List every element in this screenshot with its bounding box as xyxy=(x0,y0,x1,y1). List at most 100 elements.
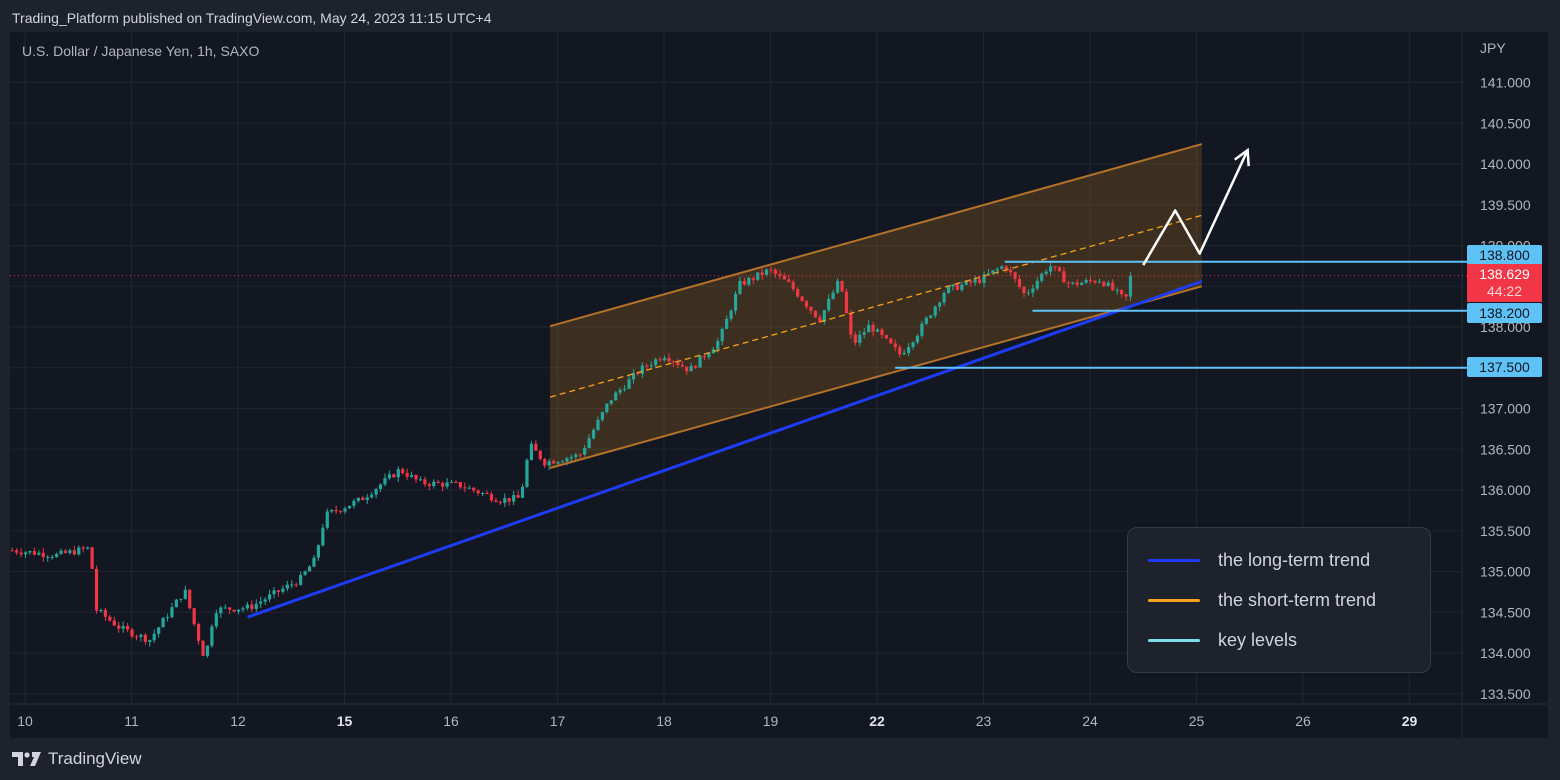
candle xyxy=(210,624,214,648)
candle-body xyxy=(94,568,99,611)
candle-body xyxy=(130,629,134,637)
candle-body xyxy=(241,608,245,610)
candle-body xyxy=(214,613,218,627)
candle-body xyxy=(423,479,427,485)
brand-name: TradingView xyxy=(48,749,142,768)
candle-body xyxy=(1057,267,1062,272)
candle-body xyxy=(902,352,906,355)
candle xyxy=(259,596,263,609)
x-tick-label: 17 xyxy=(550,713,566,729)
y-tick-label: 136.000 xyxy=(1480,482,1531,498)
candle-body xyxy=(1124,294,1128,297)
candle-body xyxy=(1062,271,1066,283)
candle xyxy=(352,498,356,509)
candle-body xyxy=(671,361,676,363)
candle-body xyxy=(59,550,63,554)
candle-body xyxy=(68,550,72,553)
candle-body xyxy=(764,269,769,275)
candle-body xyxy=(387,474,392,479)
candle-body xyxy=(525,459,529,487)
candle xyxy=(46,554,50,562)
candle xyxy=(370,492,374,499)
candle-body xyxy=(54,553,59,557)
candle-body xyxy=(152,633,156,641)
candle-body xyxy=(148,640,152,642)
candle-body xyxy=(565,458,569,462)
candle-body xyxy=(330,510,334,512)
symbol-title: U.S. Dollar / Japanese Yen, 1h, SAXO xyxy=(22,43,260,59)
candle-body xyxy=(1102,281,1106,286)
candle-body xyxy=(37,552,41,555)
candle-body xyxy=(929,315,933,318)
candle xyxy=(41,548,45,562)
candle xyxy=(228,607,232,615)
candle-body xyxy=(378,484,383,489)
candle-body xyxy=(179,598,183,600)
candle-body xyxy=(285,584,289,589)
candle xyxy=(294,582,298,588)
candle-body xyxy=(534,443,538,451)
candle xyxy=(467,485,471,489)
candle-body xyxy=(347,505,352,509)
candle xyxy=(538,450,542,461)
candle-body xyxy=(622,388,627,390)
tradingview-logo[interactable]: TradingView xyxy=(12,749,142,769)
candle-body xyxy=(476,490,480,494)
candle-body xyxy=(693,365,698,368)
candle xyxy=(143,633,147,645)
candle-body xyxy=(698,355,702,368)
candle-body xyxy=(503,498,507,503)
x-tick-label: 29 xyxy=(1402,713,1418,729)
candle-body xyxy=(259,601,263,604)
y-tick-label: 140.000 xyxy=(1480,156,1531,172)
candle-body xyxy=(791,281,795,290)
candle xyxy=(347,505,352,509)
candle xyxy=(494,497,498,503)
candle-body xyxy=(365,497,369,501)
candle-body xyxy=(875,329,880,332)
candle-body xyxy=(449,481,454,483)
candle xyxy=(183,585,187,600)
candle-body xyxy=(414,475,418,480)
candle-body xyxy=(267,594,272,600)
candle-body xyxy=(538,450,542,460)
candle-body xyxy=(245,604,250,609)
candle xyxy=(161,616,165,628)
candle-body xyxy=(738,281,742,294)
candle-body xyxy=(436,481,440,483)
x-tick-label: 12 xyxy=(230,713,246,729)
candle-body xyxy=(480,492,485,494)
candle-body xyxy=(720,328,724,342)
candle-body xyxy=(596,419,600,430)
candle-body xyxy=(307,566,312,572)
y-tick-label: 133.500 xyxy=(1480,686,1531,702)
candle-body xyxy=(973,279,977,283)
candle-body xyxy=(578,454,582,456)
candle xyxy=(170,602,174,619)
candle xyxy=(32,547,37,556)
candle-body xyxy=(662,358,667,361)
candle-body xyxy=(547,461,551,466)
candle-body xyxy=(742,281,747,285)
candle-body xyxy=(600,412,605,420)
candle-body xyxy=(463,487,467,489)
key-level-tag-138200: 138.200 xyxy=(1467,303,1542,323)
candle xyxy=(241,606,245,613)
candle-body xyxy=(729,310,733,319)
candle xyxy=(312,555,316,567)
candle-body xyxy=(716,341,720,350)
candle-body xyxy=(707,353,711,358)
candle xyxy=(10,547,14,552)
candle xyxy=(276,589,281,597)
candle-body xyxy=(960,284,964,290)
candle-body xyxy=(813,310,818,318)
candle xyxy=(125,622,130,633)
candle-body xyxy=(512,495,516,502)
candle-body xyxy=(99,609,103,611)
candle xyxy=(449,479,454,483)
candle xyxy=(63,549,68,554)
x-tick-label: 25 xyxy=(1189,713,1205,729)
publish-info: Trading_Platform published on TradingVie… xyxy=(12,10,492,26)
candle-body xyxy=(1084,280,1088,283)
candle-body xyxy=(157,627,161,634)
